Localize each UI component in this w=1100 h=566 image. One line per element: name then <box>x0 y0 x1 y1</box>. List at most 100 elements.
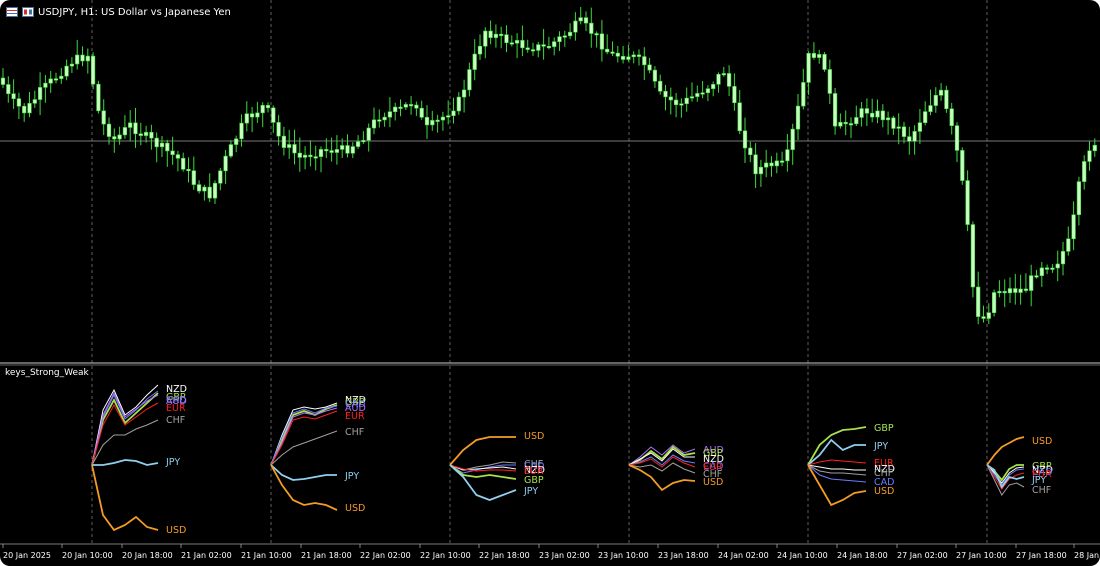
candle <box>138 122 143 146</box>
strength-line-jpy <box>92 459 159 466</box>
candle <box>774 152 779 174</box>
candle <box>408 96 414 115</box>
strength-line-jpy <box>270 464 337 481</box>
candle <box>838 113 843 129</box>
candle <box>1076 176 1081 226</box>
candle <box>1045 264 1050 275</box>
candle <box>144 125 149 143</box>
candle <box>583 11 589 32</box>
candle <box>37 72 43 116</box>
candle <box>991 289 997 317</box>
candle <box>27 91 32 118</box>
candle <box>944 85 949 113</box>
strength-line-usd <box>807 464 867 507</box>
strength-line-usd <box>628 464 696 492</box>
chart-title-bar: USDJPY, H1: US Dollar vs Japanese Yen <box>6 4 231 20</box>
candle <box>334 135 340 165</box>
candle <box>912 125 917 155</box>
candle <box>737 90 742 134</box>
candle <box>477 34 483 60</box>
candle <box>218 167 223 191</box>
chart-grid-icon[interactable] <box>6 7 18 17</box>
currency-strength-panel: NZDGBPCADAUDEURCHFJPYUSDNZDGBPCADAUDEURC… <box>91 384 1053 536</box>
candle <box>456 92 461 115</box>
time-axis-label: 20 Jan 18:00 <box>122 551 173 560</box>
candle <box>483 27 488 59</box>
strength-label-usd: USD <box>524 431 544 442</box>
strength-label-jpy: JPY <box>873 441 888 452</box>
candle <box>11 79 16 109</box>
candle <box>488 20 493 45</box>
time-axis-label: 20 Jan 2025 <box>3 551 51 560</box>
candle <box>901 121 907 144</box>
time-axis-label: 21 Jan 02:00 <box>181 551 232 560</box>
candle <box>573 12 578 41</box>
candle <box>85 48 90 74</box>
candle <box>281 126 287 156</box>
candle <box>96 80 101 114</box>
strength-label-usd: USD <box>874 486 894 497</box>
candle <box>620 45 626 64</box>
candle <box>1034 269 1039 279</box>
strength-line-usd <box>449 436 516 466</box>
candle <box>578 6 583 25</box>
chart-window[interactable]: NZD GBP CAD AUD EUR CHF JPY USD NZD GBP CAD AUD EUR C… <box>0 0 1100 566</box>
candle <box>557 31 562 51</box>
time-axis-label: 27 Jan 02:00 <box>897 551 948 560</box>
candle <box>732 73 737 111</box>
candle <box>22 103 27 122</box>
candle <box>387 97 393 128</box>
time-axis-label: 20 Jan 10:00 <box>62 551 113 560</box>
candle <box>896 113 901 145</box>
candle <box>748 141 753 163</box>
candle <box>928 89 933 116</box>
window-toggle-icon[interactable] <box>22 7 34 17</box>
candle <box>864 98 869 127</box>
candle <box>361 131 366 145</box>
candle <box>345 134 350 158</box>
candle <box>424 105 430 139</box>
candle <box>721 66 726 77</box>
candle <box>986 303 991 324</box>
candle <box>1023 273 1028 293</box>
candle <box>742 117 748 164</box>
strength-label-gbp: GBP <box>524 475 544 486</box>
candle <box>1082 155 1087 190</box>
candle <box>53 72 59 84</box>
candle <box>599 19 604 62</box>
time-axis-label: 23 Jan 10:00 <box>598 551 649 560</box>
candle <box>122 115 127 139</box>
candle <box>440 111 446 131</box>
candle <box>318 146 324 173</box>
strength-label-usd: USD <box>345 503 365 514</box>
chart-canvas[interactable]: NZDGBPCADAUDEURCHFJPYUSDNZDGBPCADAUDEURC… <box>0 0 1100 566</box>
time-axis-label: 24 Jan 10:00 <box>777 551 828 560</box>
strength-label-gbp: GBP <box>874 423 894 434</box>
candle <box>260 102 265 128</box>
candle <box>43 74 48 103</box>
candle <box>679 98 684 118</box>
time-axis-label: 22 Jan 18:00 <box>479 551 530 560</box>
candle <box>673 92 679 118</box>
strength-block: AUDGBPNZDCADEURCHFUSD <box>628 444 724 492</box>
strength-block: NZDGBPCADAUDEURCHFJPYUSD <box>270 395 366 514</box>
candle <box>0 68 6 89</box>
candle <box>69 57 74 73</box>
candle <box>997 280 1002 298</box>
candle <box>970 221 975 298</box>
candle <box>726 65 732 97</box>
chart-title: USDJPY, H1: US Dollar vs Japanese Yen <box>38 6 231 18</box>
candle <box>631 51 636 64</box>
candle <box>960 147 965 185</box>
candle <box>790 123 795 165</box>
candle <box>684 87 689 112</box>
candle <box>642 47 647 81</box>
candle <box>467 62 472 97</box>
candle <box>1060 241 1066 276</box>
candle <box>636 49 642 66</box>
strength-label-usd: USD <box>1032 436 1052 447</box>
candle <box>80 46 85 67</box>
candle <box>1007 277 1013 303</box>
candle <box>1039 261 1044 287</box>
strength-label-chf: CHF <box>1032 485 1051 496</box>
